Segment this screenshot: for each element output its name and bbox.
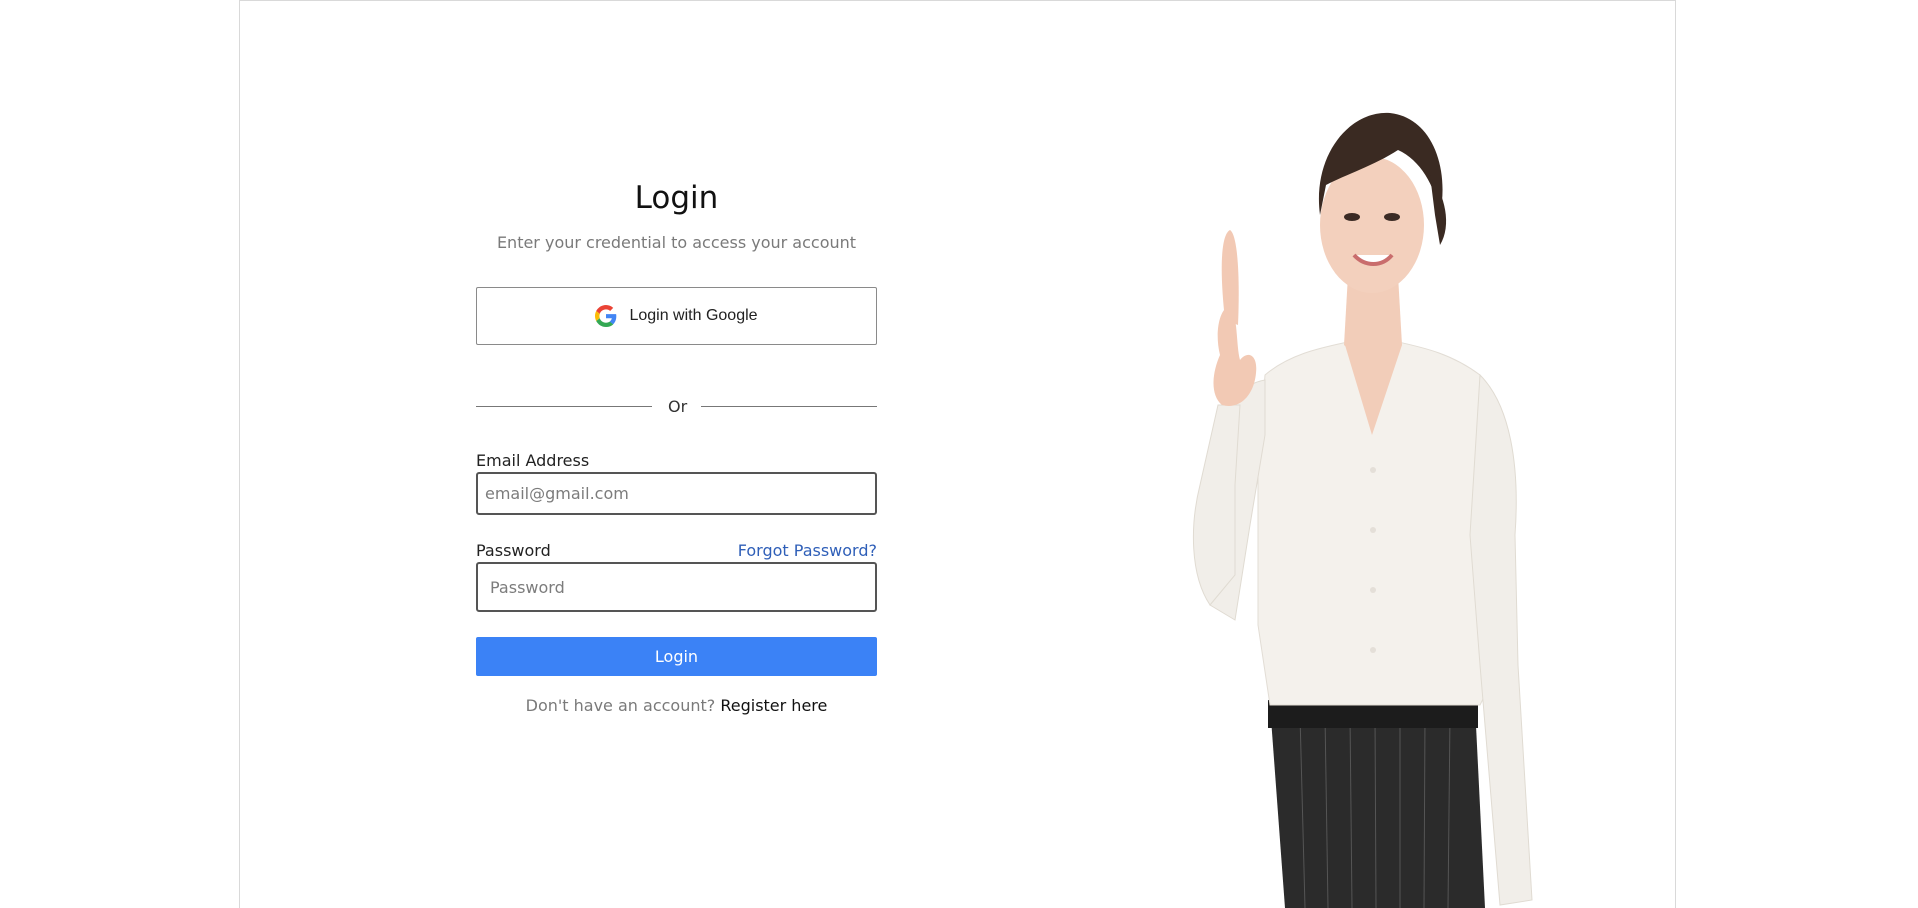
register-prompt-text: Don't have an account? xyxy=(525,696,716,715)
register-link[interactable]: Register here xyxy=(720,696,827,715)
hero-illustration xyxy=(1192,112,1533,908)
divider-line-left xyxy=(476,405,652,407)
register-prompt-row: Don't have an account? Register here xyxy=(476,695,877,717)
google-icon xyxy=(595,305,617,327)
login-with-google-button[interactable]: Login with Google xyxy=(476,287,877,345)
login-panel: Login Enter your credential to access yo… xyxy=(476,175,877,715)
divider-line-right xyxy=(701,405,877,407)
password-label: Password xyxy=(476,541,551,560)
password-input[interactable] xyxy=(476,562,877,612)
or-divider: Or xyxy=(476,396,877,416)
google-button-label: Login with Google xyxy=(629,307,758,324)
login-subtitle: Enter your credential to access your acc… xyxy=(496,233,857,252)
login-button[interactable]: Login xyxy=(476,637,877,676)
email-label: Email Address xyxy=(476,451,590,470)
page-title: Login xyxy=(634,180,719,216)
divider-text: Or xyxy=(668,396,688,416)
forgot-password-link[interactable]: Forgot Password? xyxy=(738,541,877,561)
email-input[interactable] xyxy=(476,472,877,515)
